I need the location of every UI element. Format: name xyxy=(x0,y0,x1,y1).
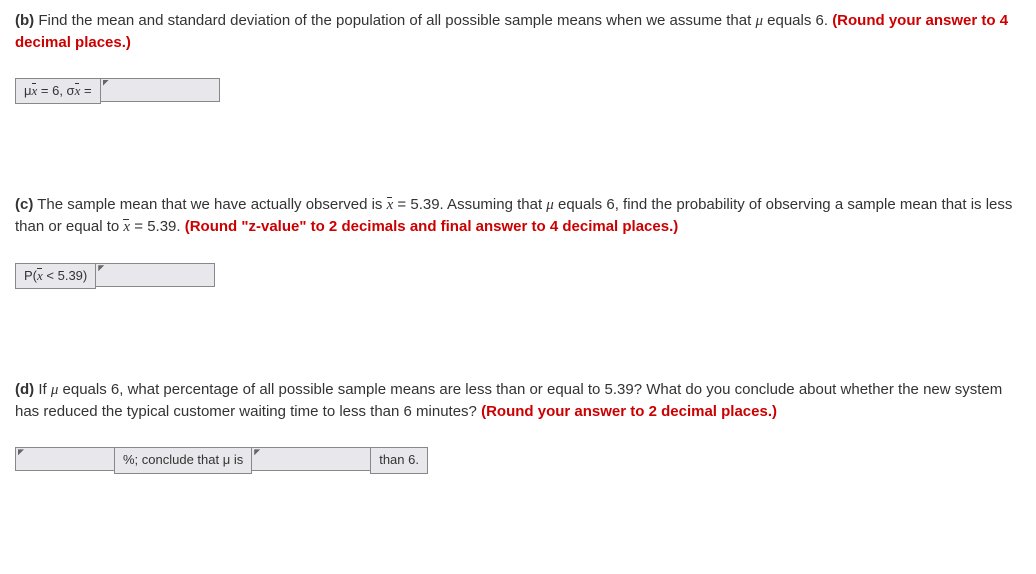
part-b-text-2: equals 6. xyxy=(763,12,832,29)
answer-row-c: P(x < 5.39) xyxy=(15,263,1021,289)
part-c-text-1: The sample mean that we have actually ob… xyxy=(33,196,386,213)
part-c-xbar-val-2: = 5.39. xyxy=(130,218,185,235)
part-c-xbar-val-1: = 5.39. Assuming that xyxy=(393,196,546,213)
part-b-label: (b) xyxy=(15,12,34,29)
answer-b-input[interactable] xyxy=(100,78,220,102)
part-d-label: (d) xyxy=(15,381,34,398)
answer-d-input-1[interactable] xyxy=(15,447,115,471)
answer-d-mid-label-2: than 6. xyxy=(370,447,428,473)
part-c-emphasis: (Round "z-value" to 2 decimals and final… xyxy=(185,218,679,235)
answer-d-input-2[interactable] xyxy=(251,447,371,471)
part-d-text-1: If xyxy=(34,381,51,398)
part-d-emphasis: (Round your answer to 2 decimal places.) xyxy=(481,403,777,420)
question-d-text: (d) If μ equals 6, what percentage of al… xyxy=(15,379,1021,422)
question-part-b: (b) Find the mean and standard deviation… xyxy=(15,10,1021,104)
answer-b-label: μx = 6, σx = xyxy=(15,78,101,104)
xbar-symbol: x xyxy=(123,219,130,235)
question-b-text: (b) Find the mean and standard deviation… xyxy=(15,10,1021,53)
answer-row-b: μx = 6, σx = xyxy=(15,78,1021,104)
answer-c-input[interactable] xyxy=(95,263,215,287)
answer-d-mid-label-1: %; conclude that μ is xyxy=(114,447,252,473)
mu-symbol: μ xyxy=(546,197,554,213)
xbar-symbol: x xyxy=(387,197,394,213)
question-part-d: (d) If μ equals 6, what percentage of al… xyxy=(15,379,1021,473)
mu-symbol: μ xyxy=(755,13,763,29)
answer-row-d: %; conclude that μ is than 6. xyxy=(15,447,1021,473)
question-c-text: (c) The sample mean that we have actuall… xyxy=(15,194,1021,238)
question-part-c: (c) The sample mean that we have actuall… xyxy=(15,194,1021,289)
part-b-text-1: Find the mean and standard deviation of … xyxy=(34,12,755,29)
part-c-label: (c) xyxy=(15,196,33,213)
answer-c-label: P(x < 5.39) xyxy=(15,263,96,289)
